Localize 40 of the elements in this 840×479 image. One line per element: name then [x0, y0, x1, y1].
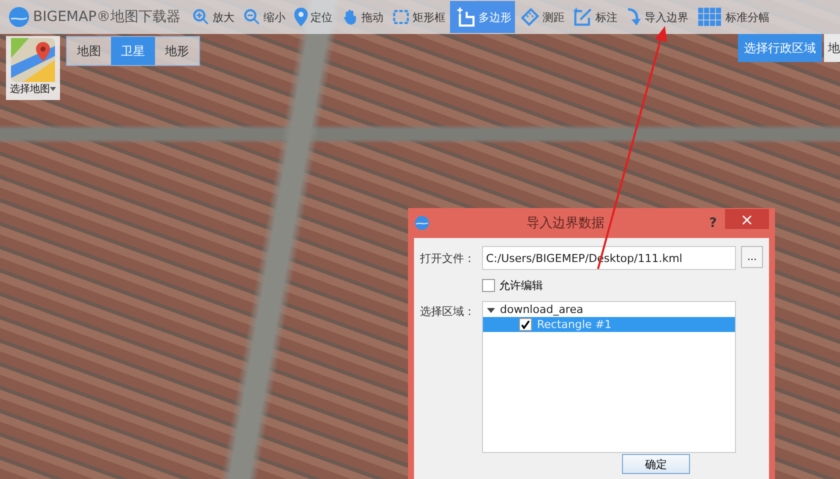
area-label: 选择区域：: [420, 304, 476, 319]
cut-off-button[interactable]: 地: [824, 34, 840, 62]
dialog-title: 导入边界数据: [526, 215, 606, 232]
help-button[interactable]: ?: [701, 214, 725, 232]
caret-icon: [50, 87, 56, 91]
checkbox[interactable]: [482, 279, 495, 292]
grid-icon: [698, 8, 722, 26]
expanded-triangle-icon[interactable]: [487, 306, 495, 314]
rectangle-icon: [392, 9, 410, 25]
toolbar-button[interactable]: 测距: [516, 1, 568, 33]
file-label: 打开文件：: [420, 250, 476, 266]
magnifier-minus-icon: [243, 8, 260, 26]
toolbar-button[interactable]: 缩小: [238, 1, 289, 33]
globe-logo-icon: [414, 215, 430, 231]
toolbar-button[interactable]: 放大: [188, 1, 238, 33]
toolbar-button[interactable]: 矩形框: [388, 1, 449, 33]
browse-button[interactable]: ...: [741, 246, 763, 268]
map-source-label: 选择地图: [10, 82, 56, 96]
ok-button[interactable]: 确定: [622, 454, 690, 474]
curved-arrow-icon: [626, 8, 642, 26]
toolbar-button[interactable]: 拖动: [336, 1, 387, 33]
ruler-icon: [520, 8, 539, 26]
edit-box-icon: [573, 8, 592, 26]
close-button[interactable]: ×: [725, 209, 769, 229]
allow-edit-checkbox[interactable]: 允许编辑: [482, 278, 763, 293]
magnifier-plus-icon: [192, 8, 210, 26]
toolbar-button[interactable]: 导入边界: [622, 1, 692, 33]
toolbar-button[interactable]: 标注: [568, 1, 621, 33]
tree-item[interactable]: download_area: [483, 302, 735, 317]
hand-icon: [341, 8, 358, 26]
map-pin-logo-icon: [11, 38, 55, 82]
map-pin-icon: [294, 8, 308, 26]
toolbar-button[interactable]: 标准分幅: [692, 1, 773, 33]
map-type-tab[interactable]: 地图: [67, 37, 111, 65]
app-brand: BIGEMAP®地图下载器: [33, 8, 181, 26]
globe-logo-icon: [8, 6, 30, 28]
toolbar-button[interactable]: 定位: [290, 1, 336, 33]
map-source-selector[interactable]: 选择地图: [6, 36, 60, 100]
checkbox[interactable]: [519, 318, 532, 331]
map-type-tab[interactable]: 地形: [155, 37, 199, 65]
